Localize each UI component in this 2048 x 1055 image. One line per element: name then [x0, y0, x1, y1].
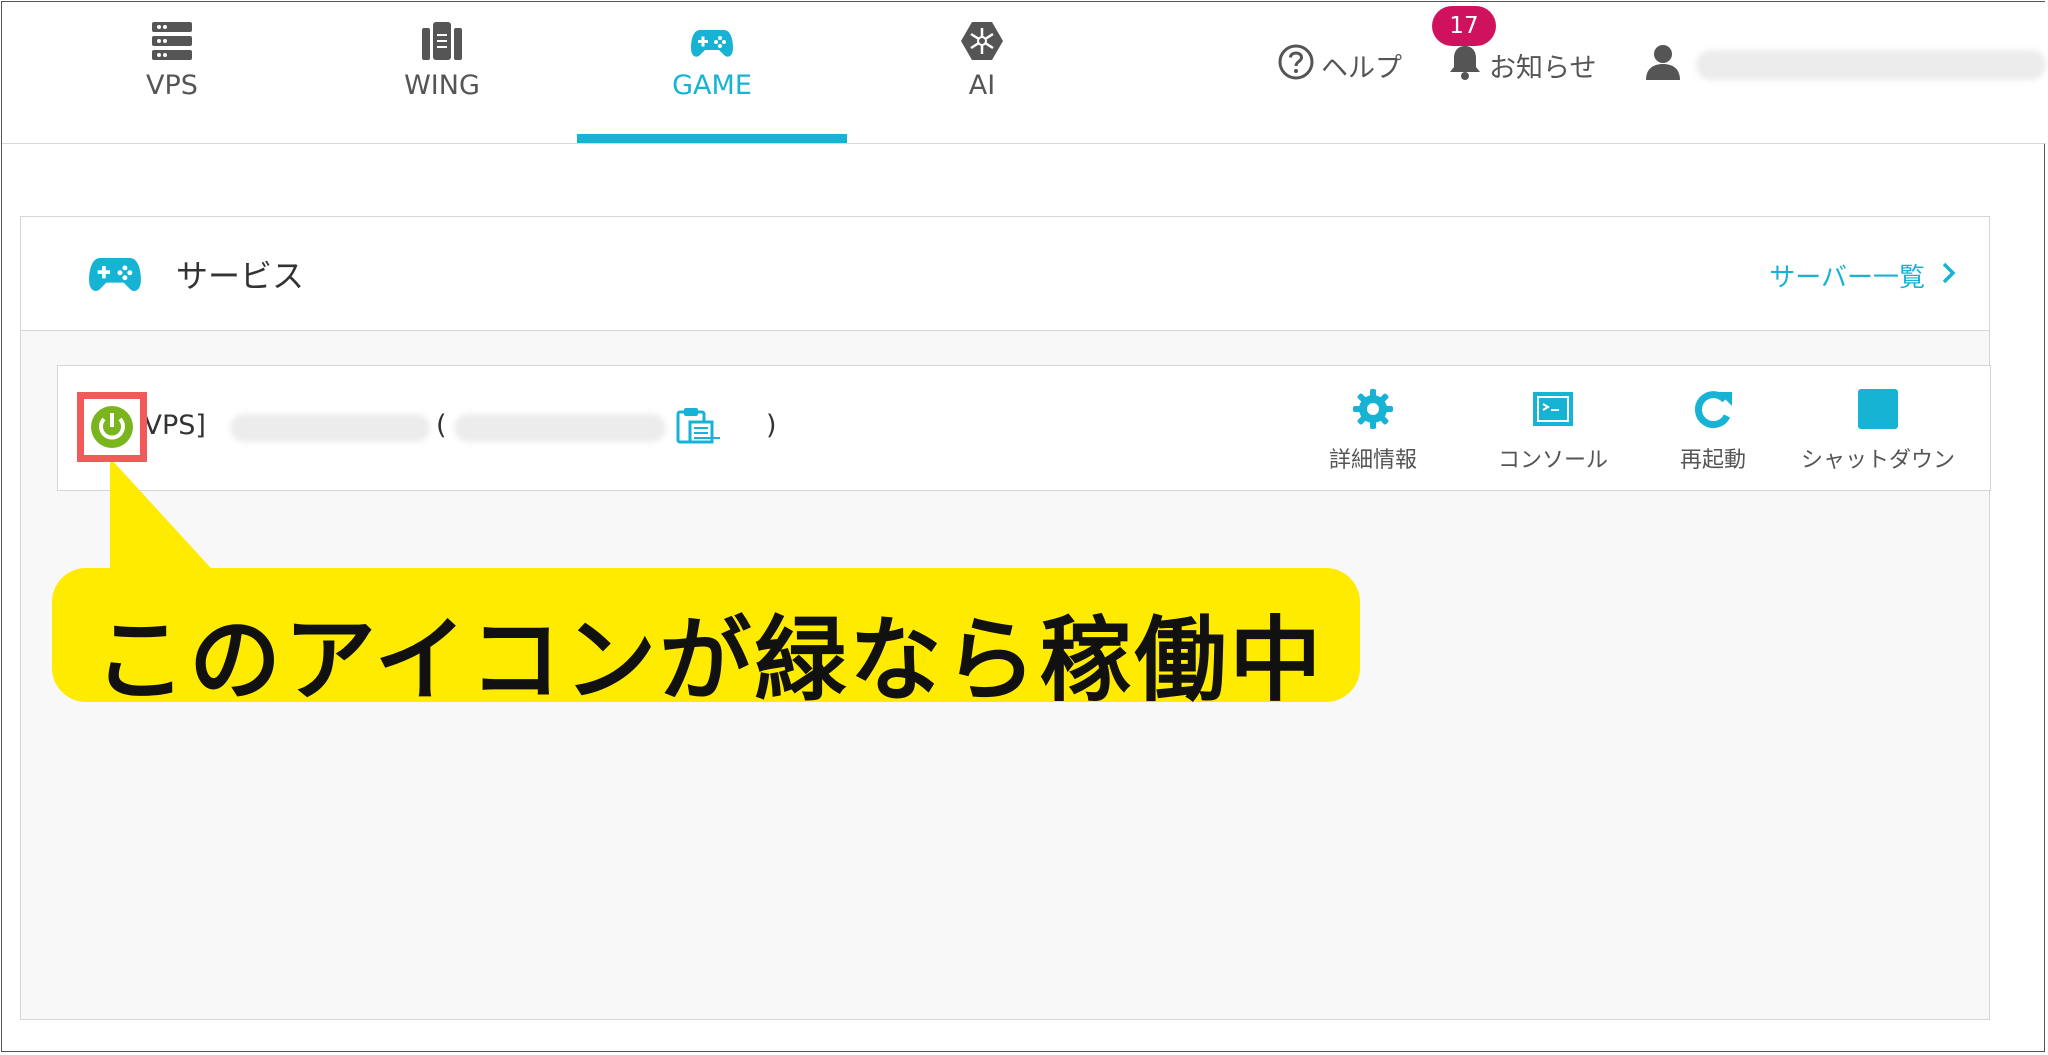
notice-link[interactable]: お知らせ: [1447, 40, 1596, 90]
notice-count-badge: 17: [1432, 6, 1496, 46]
console-button[interactable]: コンソール: [1468, 388, 1638, 474]
tab-ai[interactable]: AI: [847, 2, 1117, 143]
action-label: 詳細情報: [1328, 448, 1417, 473]
top-navigation: VPS WING GAME AI ヘルプ お知らせ 17: [2, 2, 2046, 144]
action-label: 再起動: [1679, 448, 1746, 473]
chevron-right-icon[interactable]: [1941, 261, 1957, 289]
restart-button[interactable]: 再起動: [1658, 388, 1768, 474]
server-ip-redacted: [454, 414, 666, 442]
gamepad-icon: [690, 20, 734, 64]
help-link[interactable]: ヘルプ: [1277, 40, 1402, 90]
user-menu[interactable]: [1644, 40, 2046, 90]
stop-icon: [1788, 388, 1968, 436]
gamepad-icon: [87, 253, 143, 299]
panel-title: サービス: [176, 257, 305, 295]
tab-label: GAME: [672, 70, 752, 101]
wing-icon: [420, 20, 464, 66]
paren-open: (: [436, 410, 447, 441]
console-icon: [1468, 388, 1638, 436]
clipboard-icon[interactable]: [676, 406, 722, 450]
tab-label: VPS: [146, 70, 198, 101]
gear-icon: [1308, 388, 1438, 436]
server-icon: [150, 20, 194, 66]
tab-label: WING: [404, 70, 480, 101]
bell-icon: [1447, 43, 1483, 88]
ai-chip-icon: [960, 20, 1004, 66]
user-name-redacted: [1696, 50, 2046, 80]
help-label: ヘルプ: [1321, 52, 1402, 84]
power-status-icon[interactable]: [89, 404, 135, 454]
notice-label: お知らせ: [1489, 52, 1597, 84]
paren-close: ): [766, 410, 777, 441]
help-icon: [1277, 43, 1315, 88]
tab-label: AI: [968, 70, 996, 101]
callout-text: このアイコンが緑なら稼働中: [94, 607, 1325, 714]
server-row: [VPS] ( ) 詳細情報 コンソール 再起動 シャットダウン: [57, 365, 1991, 491]
active-tab-indicator: [577, 134, 847, 143]
action-label: コンソール: [1497, 448, 1608, 473]
status-highlight-box: [77, 392, 147, 462]
details-button[interactable]: 詳細情報: [1308, 388, 1438, 474]
tab-vps[interactable]: VPS: [37, 2, 307, 143]
restart-icon: [1658, 388, 1768, 436]
server-list-link[interactable]: サーバー一覧: [1769, 257, 1925, 294]
tab-wing[interactable]: WING: [307, 2, 577, 143]
callout-box: このアイコンが緑なら稼働中: [52, 568, 1360, 714]
service-panel-header: サービス サーバー一覧: [21, 217, 1989, 331]
action-label: シャットダウン: [1800, 448, 1955, 473]
tab-game[interactable]: GAME: [577, 2, 847, 143]
shutdown-button[interactable]: シャットダウン: [1788, 388, 1968, 474]
server-name-redacted: [230, 414, 430, 442]
user-icon: [1644, 42, 1682, 89]
